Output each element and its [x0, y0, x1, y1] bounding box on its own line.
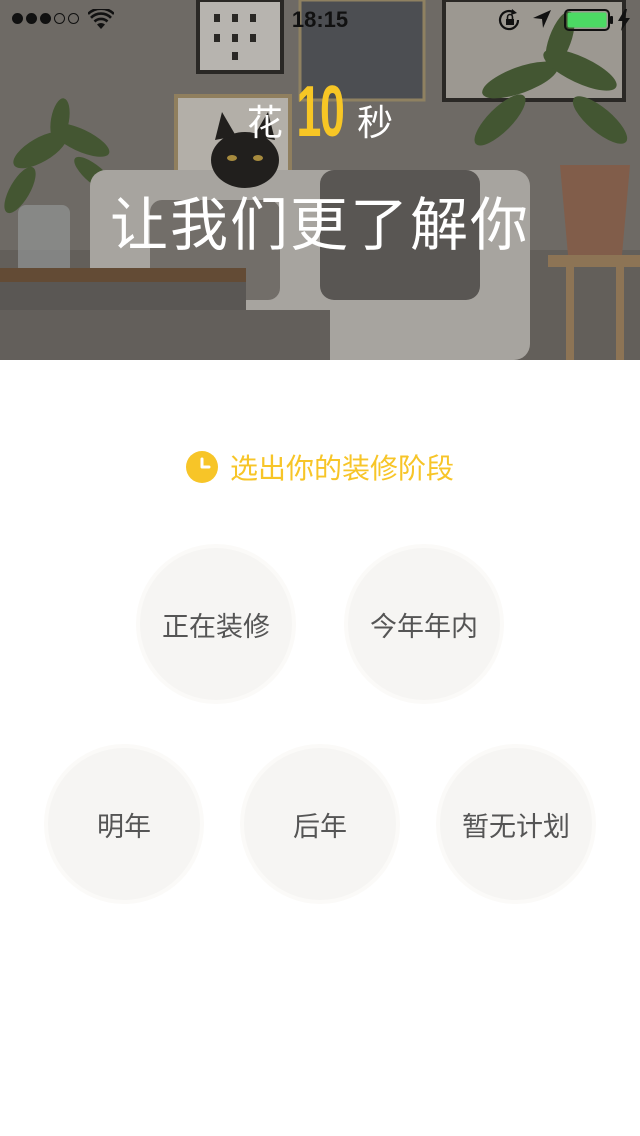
clock-icon	[185, 451, 218, 483]
status-bar: 18:15	[0, 0, 640, 40]
prompt-label: 选出你的装修阶段	[229, 452, 454, 485]
timer-headline: 花 10 秒	[0, 76, 640, 156]
screen: 18:15 花 10 秒 让我们更了解你 选出你的装修阶段 正在装修 今年年内 …	[0, 0, 640, 1136]
hero-title: 让我们更了解你	[109, 191, 530, 259]
option-no-plan[interactable]: 暂无计划	[440, 748, 592, 900]
charging-bolt-icon	[618, 9, 630, 31]
option-this-year[interactable]: 今年年内	[348, 548, 500, 700]
stage-prompt: 选出你的装修阶段	[0, 447, 640, 487]
option-next-year[interactable]: 明年	[48, 748, 200, 900]
battery-icon	[564, 9, 613, 31]
option-year-after-next[interactable]: 后年	[244, 748, 396, 900]
location-arrow-icon	[533, 10, 551, 28]
rotation-lock-icon	[498, 9, 520, 31]
headline-number: 10	[296, 72, 344, 152]
option-renovating-now[interactable]: 正在装修	[140, 548, 292, 700]
headline-suffix: 秒	[357, 103, 394, 144]
headline-prefix: 花	[246, 103, 283, 144]
